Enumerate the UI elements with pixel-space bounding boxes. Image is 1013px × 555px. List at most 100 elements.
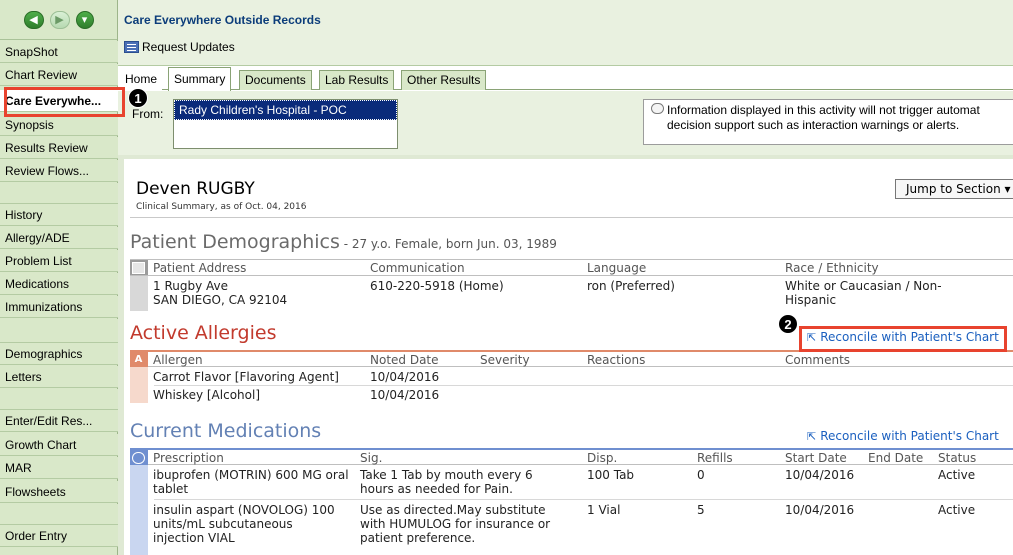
highlight-care-everywhere	[4, 87, 125, 117]
sidebar-item-results-review[interactable]: Results Review	[0, 137, 118, 159]
patient-language: ron (Preferred)	[587, 279, 675, 293]
demographics-title: Patient Demographics - 27 y.o. Female, b…	[130, 231, 557, 253]
demographics-heading: Patient Demographics	[130, 231, 340, 253]
demographics-age-sex: - 27 y.o. Female, born Jun. 03, 1989	[339, 237, 557, 251]
clinical-summary-document[interactable]: Deven RUGBY Clinical Summary, as of Oct.…	[124, 159, 1013, 555]
medication-sig: Use as directed.May substitute with HUMU…	[360, 503, 551, 545]
patient-communication: 610-220-5918 (Home)	[370, 279, 504, 293]
col-allergen: Allergen	[153, 353, 203, 367]
col-start-date: Start Date	[785, 451, 847, 465]
sidebar-item-flowsheets[interactable]: Flowsheets	[0, 481, 118, 503]
medication-sig: Take 1 Tab by mouth every 6 hours as nee…	[360, 468, 533, 496]
sidebar-item-review-flowsheets[interactable]: Review Flows...	[0, 160, 118, 182]
allergies-title: Active Allergies	[130, 322, 277, 344]
sidebar-item-medications[interactable]: Medications	[0, 273, 118, 295]
sidebar-item-chart-review[interactable]: Chart Review	[0, 64, 118, 86]
highlight-reconcile-allergies	[799, 326, 1007, 352]
dropdown-arrow-icon: ▾	[1004, 182, 1011, 196]
medications-title: Current Medications	[130, 420, 322, 442]
medication-disp: 1 Vial	[587, 503, 621, 517]
activity-sidebar: ◀ ▶ ▾ SnapShot Chart Review Care Everywh…	[0, 0, 118, 555]
sidebar-item-order-entry[interactable]: Order Entry	[0, 525, 118, 547]
allergies-stripe	[130, 367, 148, 403]
document-frame: Deven RUGBY Clinical Summary, as of Oct.…	[118, 155, 1013, 555]
patient-race-ethnicity: White or Caucasian / Non- Hispanic	[785, 279, 942, 307]
medication-start-date: 10/04/2016	[785, 503, 855, 517]
col-reactions: Reactions	[587, 353, 646, 367]
medication-refills: 0	[697, 468, 705, 482]
col-prescription: Prescription	[153, 451, 224, 465]
medication-disp: 100 Tab	[587, 468, 635, 482]
col-noted-date: Noted Date	[370, 353, 439, 367]
col-race-ethnicity: Race / Ethnicity	[785, 261, 879, 275]
activity-header: Care Everywhere Outside Records Request …	[118, 0, 1013, 66]
activity-title: Care Everywhere Outside Records	[124, 13, 321, 27]
from-label: From:	[132, 107, 164, 121]
sidebar-item-synopsis[interactable]: Synopsis	[0, 114, 118, 136]
medications-header-row: Prescription Sig. Disp. Refills Start Da…	[130, 448, 1013, 465]
col-disp: Disp.	[587, 451, 618, 465]
col-comments: Comments	[785, 353, 851, 367]
summary-date: Clinical Summary, as of Oct. 04, 2016	[136, 202, 307, 212]
allergy-noted-date: 10/04/2016	[370, 370, 440, 384]
reconcile-arrow-icon: ⇱	[807, 430, 817, 443]
medication-refills: 5	[697, 503, 705, 517]
tab-home[interactable]: Home	[120, 70, 163, 90]
sidebar-separator	[0, 504, 118, 525]
jump-to-section-dropdown[interactable]: Jump to Section ▾	[895, 179, 1013, 199]
request-updates-label: Request Updates	[142, 40, 235, 54]
demographics-stripe	[130, 276, 148, 311]
decision-support-notice: Information displayed in this activity w…	[643, 99, 1013, 145]
forward-arrow-icon[interactable]: ▶	[49, 10, 70, 29]
allergy-noted-date: 10/04/2016	[370, 388, 440, 402]
source-organization-item[interactable]: Rady Children's Hospital - POC	[174, 100, 397, 120]
sidebar-item-growth-chart[interactable]: Growth Chart	[0, 434, 118, 456]
demographics-header-row: Patient Address Communication Language R…	[130, 259, 1013, 276]
sidebar-separator	[0, 389, 118, 410]
sidebar-item-enter-edit-results[interactable]: Enter/Edit Res...	[0, 410, 118, 432]
patient-name: Deven RUGBY	[136, 179, 255, 199]
tab-documents[interactable]: Documents	[239, 70, 312, 90]
record-tabs: Home Summary Documents Lab Results Other…	[118, 67, 1013, 91]
request-updates-icon	[124, 41, 139, 53]
sidebar-separator	[0, 183, 118, 204]
sidebar-item-snapshot[interactable]: SnapShot	[0, 41, 118, 63]
medications-reconcile-link[interactable]: ⇱ Reconcile with Patient's Chart	[807, 429, 999, 443]
speech-bubble-icon	[651, 103, 664, 114]
navigation-bar: ◀ ▶ ▾	[0, 0, 117, 40]
allergy-icon: A	[134, 354, 143, 365]
col-severity: Severity	[480, 353, 530, 367]
sidebar-item-letters[interactable]: Letters	[0, 366, 118, 388]
col-communication: Communication	[370, 261, 465, 275]
medication-start-date: 10/04/2016	[785, 468, 855, 482]
allergen: Carrot Flavor [Flavoring Agent]	[153, 370, 339, 384]
medication-prescription: ibuprofen (MOTRIN) 600 MG oral tablet	[153, 468, 349, 496]
jump-to-section-label: Jump to Section	[906, 182, 1001, 196]
sidebar-item-immunizations[interactable]: Immunizations	[0, 296, 118, 318]
tab-summary[interactable]: Summary	[168, 67, 232, 91]
row-divider	[154, 385, 1013, 386]
sidebar-item-history[interactable]: History	[0, 204, 118, 226]
source-organization-list[interactable]: Rady Children's Hospital - POC	[173, 99, 398, 149]
medications-stripe	[130, 465, 148, 555]
request-updates-button[interactable]: Request Updates	[124, 40, 235, 54]
col-language: Language	[587, 261, 647, 275]
col-sig: Sig.	[360, 451, 383, 465]
tab-lab-results[interactable]: Lab Results	[319, 70, 395, 90]
callout-1: 1	[128, 88, 148, 108]
activity-main: Care Everywhere Outside Records Request …	[118, 0, 1013, 555]
tab-other-results[interactable]: Other Results	[401, 70, 487, 90]
col-refills: Refills	[697, 451, 733, 465]
divider	[130, 217, 1013, 218]
allergies-header-row: A Allergen Noted Date Severity Reactions…	[130, 350, 1013, 367]
notice-text: Information displayed in this activity w…	[667, 103, 980, 132]
pill-icon	[132, 452, 145, 464]
sidebar-item-problem-list[interactable]: Problem List	[0, 250, 118, 272]
sidebar-item-mar[interactable]: MAR	[0, 457, 118, 479]
sidebar-item-allergy-ade[interactable]: Allergy/ADE	[0, 227, 118, 249]
col-patient-address: Patient Address	[153, 261, 247, 275]
nav-menu-chevron-icon[interactable]: ▾	[75, 10, 94, 29]
back-arrow-icon[interactable]: ◀	[23, 10, 44, 29]
from-section: From: Rady Children's Hospital - POC Inf…	[118, 91, 1013, 155]
sidebar-item-demographics[interactable]: Demographics	[0, 343, 118, 365]
